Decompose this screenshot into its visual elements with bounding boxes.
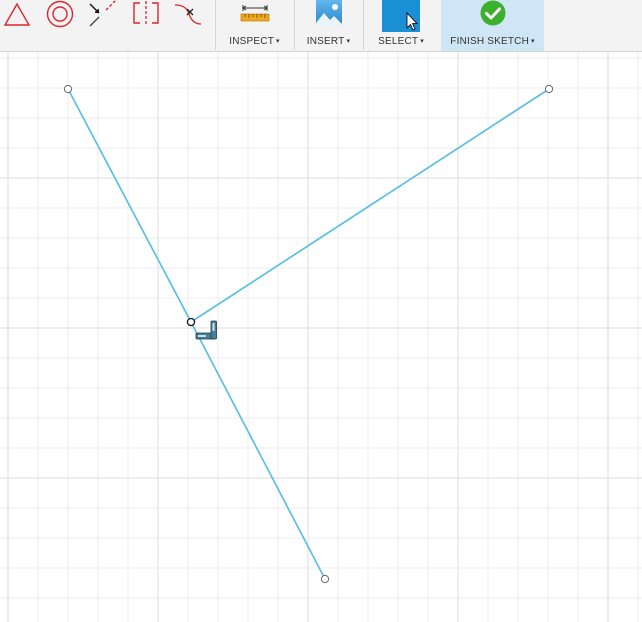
polygon-icon xyxy=(3,2,31,26)
circle-icon xyxy=(46,0,74,28)
trim-tool-button[interactable] xyxy=(88,0,118,30)
sketch-point[interactable] xyxy=(320,574,330,584)
sketch-line[interactable] xyxy=(190,321,326,580)
toolbar-divider xyxy=(294,0,295,50)
sketch-point[interactable] xyxy=(63,84,73,94)
sketch-workspace: INSPECT ▾ INSERT ▾ SELECT ▾ FINISH SKETC… xyxy=(0,0,642,622)
sketch-point[interactable] xyxy=(544,84,554,94)
sketch-grid xyxy=(0,52,642,622)
chevron-down-icon: ▾ xyxy=(346,38,351,45)
sketch-toolbar: INSPECT ▾ INSERT ▾ SELECT ▾ FINISH SKETC… xyxy=(0,0,642,52)
circle-tool-button[interactable] xyxy=(45,0,75,30)
insert-menu[interactable]: INSERT ▾ xyxy=(297,0,360,51)
major-grid xyxy=(0,52,642,622)
sketch-point[interactable] xyxy=(186,317,196,327)
polygon-tool-button[interactable] xyxy=(2,0,32,30)
select-cursor-icon xyxy=(382,0,420,32)
finish-sketch-button[interactable]: FINISH SKETCH ▾ xyxy=(441,0,544,51)
toolbar-divider xyxy=(363,0,364,50)
perpendicular-constraint-cursor-icon xyxy=(195,320,217,340)
select-label: SELECT xyxy=(378,36,419,47)
mirror-icon xyxy=(133,1,159,26)
chevron-down-icon: ▾ xyxy=(531,38,535,45)
select-menu[interactable]: SELECT ▾ xyxy=(367,0,435,51)
finish-sketch-label: FINISH SKETCH xyxy=(450,36,529,47)
sketch-line[interactable] xyxy=(67,88,192,323)
chevron-down-icon: ▾ xyxy=(276,38,280,45)
toolbar-divider xyxy=(215,0,216,50)
ruler-icon xyxy=(240,5,269,22)
trim-icon xyxy=(89,0,117,27)
checkmark-icon xyxy=(480,0,505,26)
sketch-line[interactable] xyxy=(190,88,550,323)
inspect-menu[interactable]: INSPECT ▾ xyxy=(218,0,291,51)
break-tool-button[interactable] xyxy=(173,0,203,30)
insert-label: INSERT xyxy=(306,36,345,47)
chevron-down-icon: ▾ xyxy=(420,38,424,45)
mirror-tool-button[interactable] xyxy=(131,0,161,30)
image-icon xyxy=(315,0,342,26)
break-icon xyxy=(174,4,202,25)
inspect-label: INSPECT xyxy=(229,36,275,47)
minor-grid xyxy=(0,52,642,622)
sketch-canvas[interactable] xyxy=(0,52,642,622)
